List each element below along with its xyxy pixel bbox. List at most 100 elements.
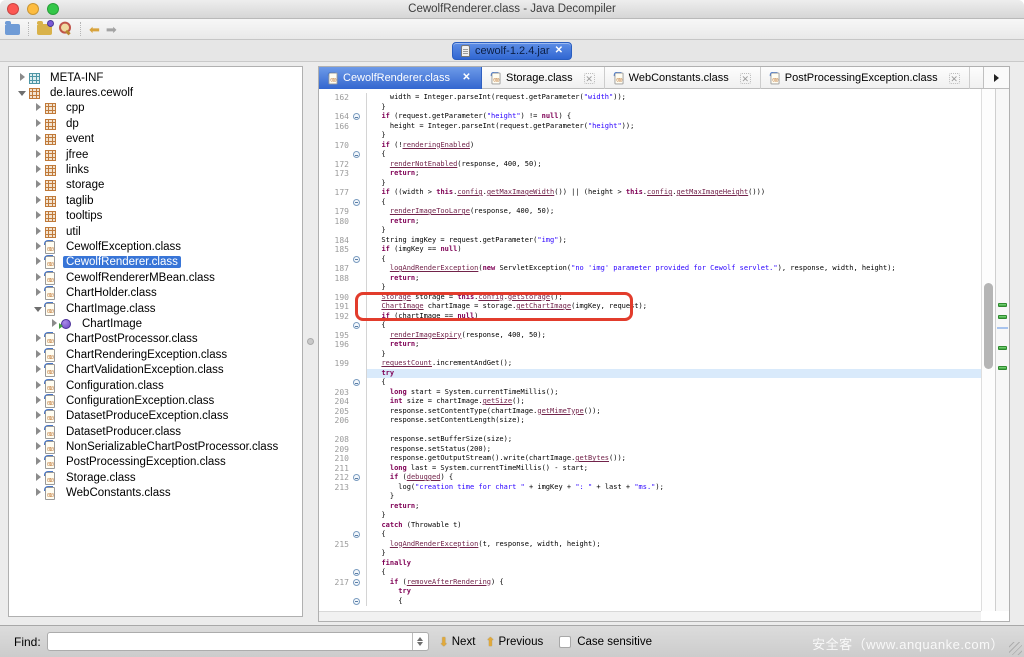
tree-item[interactable]: META-INF	[9, 70, 302, 85]
chevron-right-icon[interactable]	[31, 441, 45, 453]
horizontal-scrollbar[interactable]	[319, 611, 981, 621]
scrollbar-thumb[interactable]	[984, 283, 993, 369]
collapse-icon[interactable]	[353, 199, 360, 206]
tree-item[interactable]: PostProcessingException.class	[9, 455, 302, 470]
tree-item[interactable]: jfree	[9, 147, 302, 162]
chevron-right-icon[interactable]	[31, 179, 45, 191]
close-icon[interactable]: ✕	[740, 73, 751, 84]
tree-item[interactable]: event	[9, 132, 302, 147]
tree-item[interactable]: links	[9, 162, 302, 177]
chevron-right-icon[interactable]	[31, 472, 45, 484]
chevron-right-icon[interactable]	[31, 241, 45, 253]
chevron-right-icon[interactable]	[31, 287, 45, 299]
chevron-right-icon[interactable]	[31, 226, 45, 238]
chevron-right-icon[interactable]	[31, 164, 45, 176]
editor-tab[interactable]: PostProcessingException.class✕	[761, 67, 970, 89]
close-icon[interactable]: ✕	[949, 73, 960, 84]
editor-tab[interactable]: WebConstants.class✕	[605, 67, 761, 89]
chevron-right-icon[interactable]	[31, 333, 45, 345]
code-link[interactable]: getMaxImageHeight	[677, 188, 749, 196]
code-link[interactable]: getBytes	[575, 454, 609, 462]
chevron-right-icon[interactable]	[15, 72, 29, 84]
collapse-icon[interactable]	[353, 579, 360, 586]
collapse-icon[interactable]	[353, 151, 360, 158]
code-link[interactable]: renderImageTooLarge	[390, 207, 470, 215]
chevron-right-icon[interactable]	[31, 349, 45, 361]
change-mark[interactable]	[998, 315, 1007, 319]
tree-item[interactable]: ChartValidationException.class	[9, 362, 302, 377]
back-icon[interactable]: ⬅	[89, 23, 100, 36]
code-link[interactable]: logAndRenderException	[390, 540, 479, 548]
chevron-right-icon[interactable]	[31, 133, 45, 145]
forward-icon[interactable]: ➡	[106, 23, 117, 36]
collapse-icon[interactable]	[353, 322, 360, 329]
chevron-right-icon[interactable]	[31, 364, 45, 376]
tree-item[interactable]: storage	[9, 178, 302, 193]
tree-item[interactable]: ChartImage.class	[9, 301, 302, 316]
overview-ruler[interactable]	[995, 89, 1009, 611]
chevron-right-icon[interactable]	[31, 487, 45, 499]
chevron-right-icon[interactable]	[31, 410, 45, 422]
tree-item[interactable]: ChartPostProcessor.class	[9, 332, 302, 347]
editor-tab[interactable]: CewolfRenderer.class✕	[319, 67, 482, 89]
code-link[interactable]: getSize	[483, 397, 513, 405]
tab-overflow-button[interactable]	[983, 67, 1009, 88]
code-link[interactable]: requestCount	[381, 359, 432, 367]
tree-item[interactable]: NonSerializableChartPostProcessor.class	[9, 439, 302, 454]
find-previous-button[interactable]: Previous	[498, 636, 543, 648]
code-link[interactable]: debugged	[407, 473, 441, 481]
change-mark[interactable]	[998, 303, 1007, 307]
change-mark[interactable]	[998, 366, 1007, 370]
change-mark[interactable]	[998, 346, 1007, 350]
code-link[interactable]: Storage	[381, 293, 411, 301]
tree-item[interactable]: dp	[9, 116, 302, 131]
chevron-right-icon[interactable]	[31, 456, 45, 468]
open-file-icon[interactable]	[5, 24, 20, 35]
close-icon[interactable]: ✕	[461, 73, 472, 84]
code-link[interactable]: config	[478, 293, 503, 301]
chevron-right-icon[interactable]	[31, 256, 45, 268]
vertical-scrollbar[interactable]	[981, 89, 995, 611]
chevron-right-icon[interactable]	[31, 195, 45, 207]
collapse-icon[interactable]	[353, 474, 360, 481]
tree-item[interactable]: Configuration.class	[9, 378, 302, 393]
tree-item[interactable]: tooltips	[9, 209, 302, 224]
editor-tab[interactable]: Storage.class✕	[482, 67, 605, 89]
tree-item[interactable]: ChartImage	[9, 316, 302, 331]
tree-item[interactable]: CewolfException.class	[9, 239, 302, 254]
code-link[interactable]: getMaxImageWidth	[487, 188, 554, 196]
collapse-icon[interactable]	[353, 598, 360, 605]
collapse-icon[interactable]	[353, 569, 360, 576]
chevron-right-icon[interactable]	[31, 210, 45, 222]
code-link[interactable]: renderImageExpiry	[390, 331, 462, 339]
code-link[interactable]: logAndRenderException	[390, 264, 479, 272]
code-link[interactable]: getStorage	[508, 293, 550, 301]
chevron-right-icon[interactable]	[31, 149, 45, 161]
chevron-right-icon[interactable]	[31, 118, 45, 130]
collapse-icon[interactable]	[353, 113, 360, 120]
tree-item[interactable]: WebConstants.class	[9, 486, 302, 501]
chevron-right-icon[interactable]	[31, 102, 45, 114]
tree-item[interactable]: util	[9, 224, 302, 239]
code-link[interactable]: ChartImage	[381, 302, 423, 310]
panel-splitter[interactable]	[303, 66, 318, 617]
code-link[interactable]: renderNotEnabled	[390, 160, 457, 168]
jar-tab[interactable]: cewolf-1.2.4.jar ✕	[452, 42, 572, 60]
code-link[interactable]: removeAfterRendering	[407, 578, 491, 586]
chevron-right-icon[interactable]	[31, 426, 45, 438]
tree-item[interactable]: cpp	[9, 101, 302, 116]
chevron-down-icon[interactable]	[31, 303, 45, 315]
tree-item[interactable]: Storage.class	[9, 470, 302, 485]
code-link[interactable]: getMimeType	[537, 407, 583, 415]
tree-item[interactable]: ChartRenderingException.class	[9, 347, 302, 362]
find-next-button[interactable]: Next	[452, 636, 476, 648]
tree-item[interactable]: DatasetProduceException.class	[9, 409, 302, 424]
collapse-icon[interactable]	[353, 531, 360, 538]
code-link[interactable]: config	[457, 188, 482, 196]
resize-grip-icon[interactable]	[1009, 642, 1022, 655]
search-icon[interactable]	[55, 19, 75, 39]
close-icon[interactable]: ✕	[555, 46, 563, 56]
collapse-icon[interactable]	[353, 379, 360, 386]
find-input[interactable]	[48, 633, 412, 650]
find-history-stepper[interactable]	[412, 633, 428, 650]
